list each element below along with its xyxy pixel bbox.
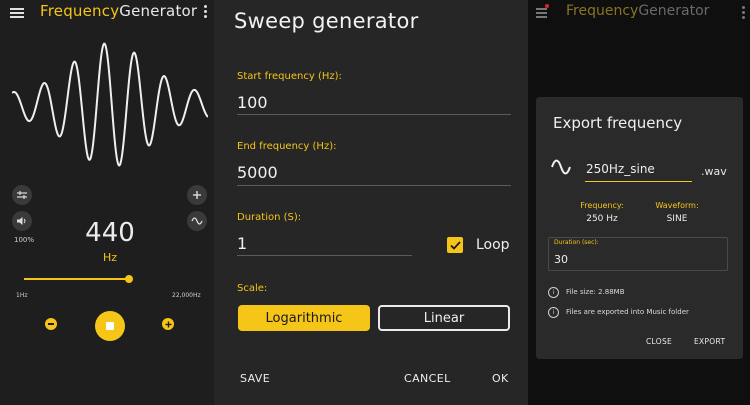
menu-icon[interactable]: [10, 6, 24, 20]
sine-wave-icon[interactable]: [187, 211, 207, 231]
scale-linear-button[interactable]: Linear: [378, 305, 510, 331]
end-frequency-label: End frequency (Hz):: [237, 141, 337, 152]
slider-max-label: 22,000Hz: [172, 292, 201, 299]
more-options-icon[interactable]: [204, 5, 207, 20]
ok-button[interactable]: OK: [492, 372, 509, 385]
close-button[interactable]: CLOSE: [646, 337, 672, 346]
loop-label[interactable]: Loop: [476, 237, 510, 253]
dialog-title: Export frequency: [553, 114, 683, 132]
check-icon: [449, 240, 461, 250]
decrease-frequency-button[interactable]: [45, 318, 57, 330]
duration-input[interactable]: 1: [237, 234, 247, 253]
info-icon: i: [548, 307, 559, 318]
duration-label: Duration (S):: [237, 212, 302, 223]
dialog-title: Sweep generator: [234, 9, 419, 33]
file-size-text: File size: 2.88MB: [566, 288, 625, 296]
sweep-generator-dialog: Sweep generator Start frequency (Hz): 10…: [214, 0, 528, 405]
app-screens: FrequencyGenerator 100% 440 Hz 1Hz 22,00…: [0, 0, 750, 405]
generator-screen: FrequencyGenerator 100% 440 Hz 1Hz 22,00…: [0, 0, 214, 405]
app-title-accent: Frequency: [40, 2, 120, 20]
loop-checkbox[interactable]: [447, 237, 463, 253]
app-title: FrequencyGenerator: [40, 2, 197, 20]
info-icon: i: [548, 287, 559, 298]
cancel-button[interactable]: CANCEL: [404, 372, 451, 385]
notification-dot: [545, 4, 549, 8]
save-button[interactable]: SAVE: [240, 372, 270, 385]
scale-logarithmic-button[interactable]: Logarithmic: [238, 305, 370, 331]
stop-icon: [106, 322, 114, 330]
frequency-display[interactable]: 440: [70, 218, 150, 248]
duration-underline: [237, 255, 412, 256]
add-icon[interactable]: [187, 185, 207, 205]
frequency-label: Frequency:: [580, 201, 624, 210]
waveform-display: [12, 42, 208, 167]
volume-icon[interactable]: [12, 211, 32, 231]
export-frequency-dialog: Export frequency 250Hz_sine .wav Frequen…: [536, 97, 743, 359]
waveform-label: Waveform:: [655, 201, 699, 210]
frequency-slider-track[interactable]: [24, 278, 130, 280]
filename-input[interactable]: 250Hz_sine: [586, 162, 655, 176]
more-options-icon[interactable]: [742, 6, 745, 21]
end-frequency-underline: [237, 185, 511, 186]
equalizer-icon[interactable]: [12, 185, 32, 205]
export-location-text: Files are exported into Music folder: [566, 308, 689, 316]
app-title-accent: Frequency: [566, 3, 639, 19]
start-frequency-underline: [237, 114, 511, 115]
scale-label: Scale:: [237, 283, 268, 294]
volume-percent: 100%: [14, 236, 35, 244]
start-frequency-label: Start frequency (Hz):: [237, 71, 342, 82]
menu-icon[interactable]: [536, 6, 547, 20]
stop-button[interactable]: [95, 311, 125, 341]
slider-min-label: 1Hz: [16, 292, 28, 299]
app-title-dimmed: FrequencyGenerator: [566, 3, 709, 19]
increase-frequency-button[interactable]: [162, 318, 174, 330]
export-screen: FrequencyGenerator Export frequency 250H…: [528, 0, 750, 405]
end-frequency-input[interactable]: 5000: [237, 163, 278, 182]
file-extension: .wav: [701, 165, 727, 178]
app-title-rest: Generator: [119, 2, 198, 20]
start-frequency-input[interactable]: 100: [237, 93, 268, 112]
duration-label: Duration (sec):: [554, 239, 599, 246]
filename-underline: [585, 181, 692, 182]
sine-wave-icon: [551, 159, 571, 175]
export-button[interactable]: EXPORT: [694, 337, 725, 346]
duration-input[interactable]: 30: [554, 253, 568, 266]
frequency-slider-handle[interactable]: [125, 275, 133, 283]
waveform-value: SINE: [666, 214, 688, 224]
frequency-unit: Hz: [102, 251, 118, 264]
app-title-rest: Generator: [638, 3, 710, 19]
frequency-value: 250 Hz: [586, 214, 618, 224]
